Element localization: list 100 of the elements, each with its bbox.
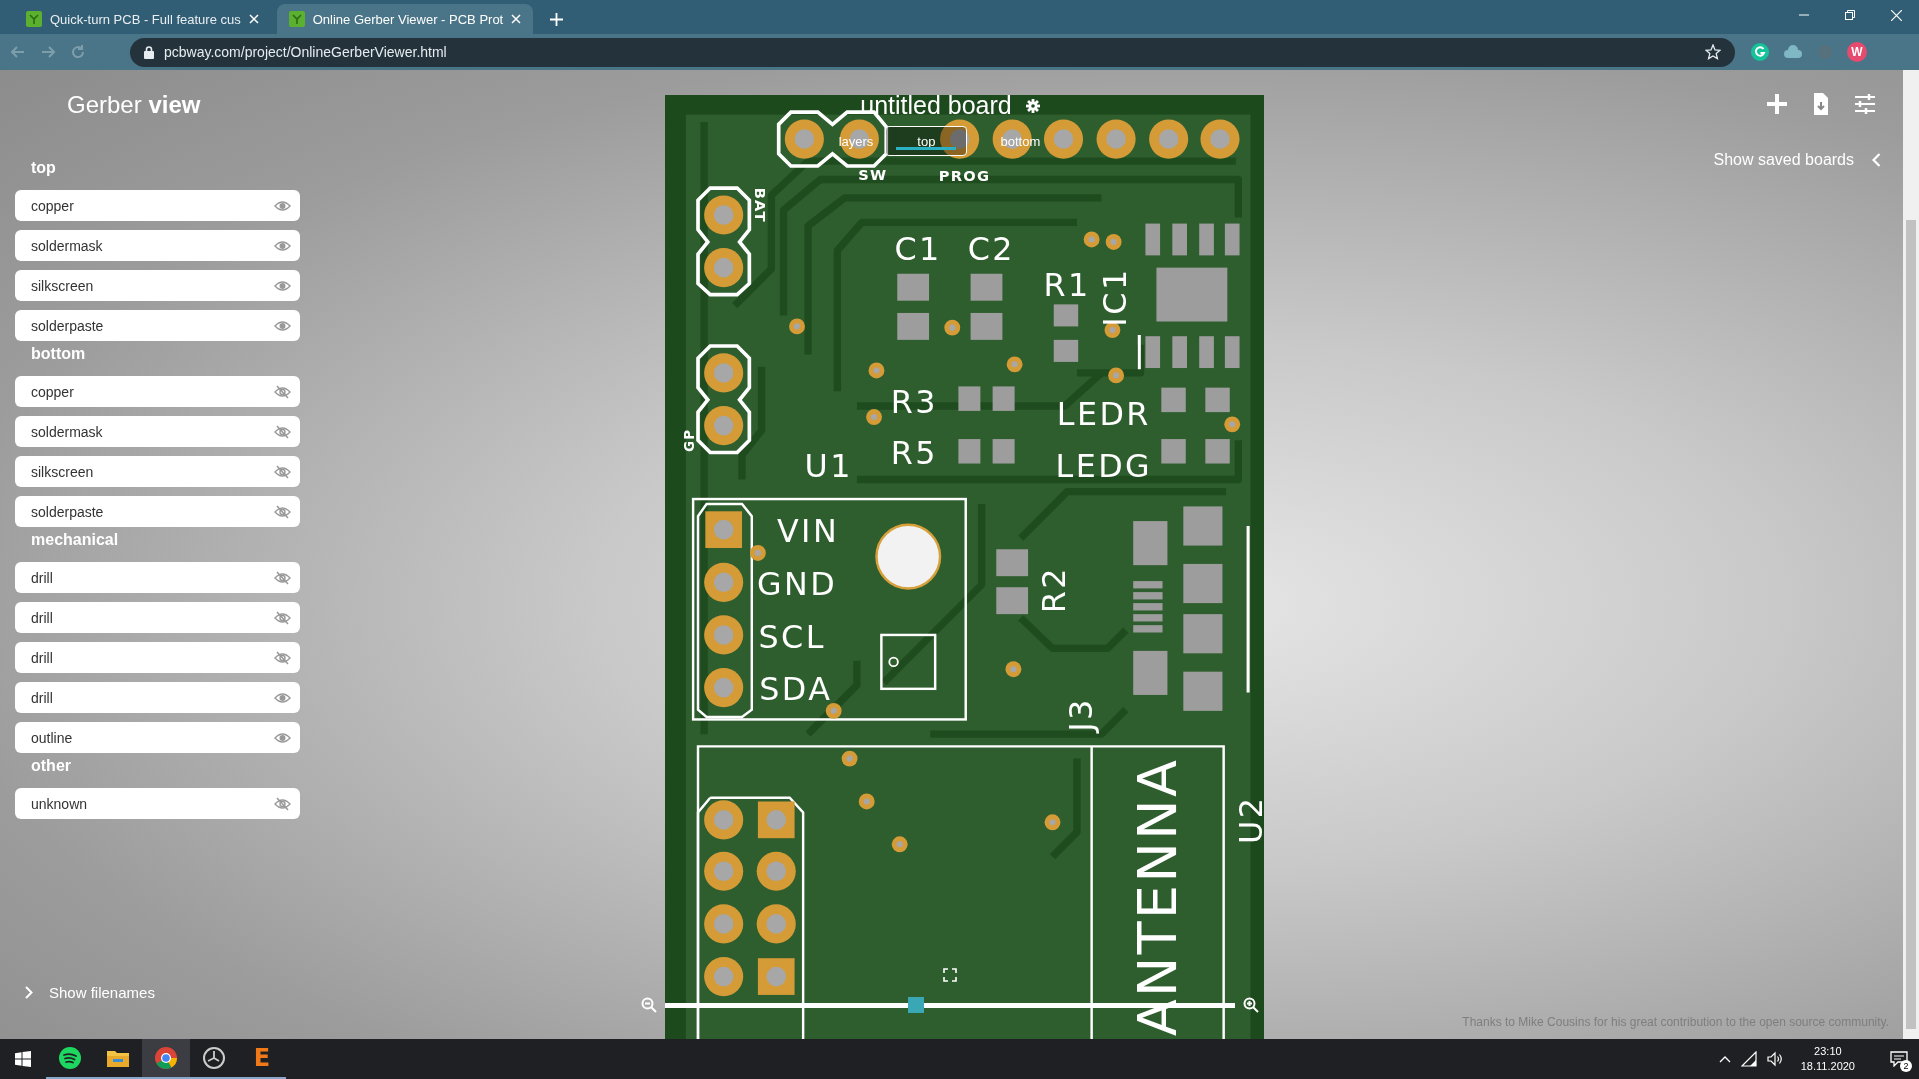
eye-icon[interactable] <box>274 318 291 333</box>
extension-icon[interactable] <box>1751 43 1769 61</box>
smd-pad <box>1205 387 1230 413</box>
smd-pad <box>1145 336 1161 369</box>
smd-pad <box>1156 267 1228 322</box>
silkscreen-label: U1 <box>804 447 853 485</box>
round-pad <box>704 668 744 708</box>
notification-button[interactable]: 2 <box>1879 1039 1919 1079</box>
scrollbar[interactable] <box>1903 70 1919 1039</box>
sliders-icon[interactable] <box>1853 92 1877 116</box>
cloud-icon[interactable] <box>1783 44 1803 60</box>
app-title: Gerber view <box>67 90 202 120</box>
smd-pad <box>958 439 981 464</box>
mounting-circle <box>875 523 942 590</box>
profile-avatar[interactable]: W <box>1847 42 1867 62</box>
eye-slash-icon[interactable] <box>274 504 291 519</box>
layer-item[interactable]: copper <box>15 190 300 221</box>
layer-item[interactable]: silkscreen <box>15 270 300 301</box>
restore-icon <box>1845 10 1855 20</box>
volume-icon[interactable] <box>1766 1051 1783 1067</box>
zoom-out-icon[interactable] <box>641 997 657 1013</box>
layer-item[interactable]: drill <box>15 562 300 593</box>
via <box>866 409 882 425</box>
close-icon <box>1890 9 1902 21</box>
reload-icon[interactable] <box>70 44 86 60</box>
round-pad <box>756 851 796 891</box>
clock[interactable]: 23:10 18.11.2020 <box>1800 1044 1855 1074</box>
via <box>858 793 875 810</box>
via <box>789 318 805 335</box>
layer-name: soldermask <box>31 423 103 440</box>
layer-item[interactable]: copper <box>15 376 300 407</box>
close-icon[interactable] <box>248 14 259 24</box>
round-pad <box>756 904 796 944</box>
eye-slash-icon[interactable] <box>274 610 291 625</box>
slider-thumb[interactable] <box>907 997 924 1013</box>
silkscreen-label: R3 <box>890 382 938 420</box>
eye-icon[interactable] <box>274 238 291 253</box>
round-pad <box>1096 119 1136 159</box>
plus-icon <box>549 12 563 26</box>
via <box>749 544 766 561</box>
silkscreen-label: J3 <box>1062 697 1100 732</box>
eye-slash-icon[interactable] <box>274 424 291 439</box>
layer-name: copper <box>31 383 74 400</box>
layer-item[interactable]: drill <box>15 602 300 633</box>
layer-item[interactable]: drill <box>15 682 300 713</box>
smd-pad <box>992 386 1015 411</box>
address-bar[interactable]: pcbway.com/project/OnlineGerberViewer.html <box>130 37 1735 67</box>
fullscreen-icon[interactable] <box>943 968 957 982</box>
smd-pad <box>1145 223 1161 256</box>
layer-name: silkscreen <box>31 463 94 480</box>
browser-tab[interactable]: Online Gerber Viewer - PCB Prot <box>276 4 534 34</box>
via <box>868 362 885 379</box>
eye-icon[interactable] <box>274 198 291 213</box>
star-icon[interactable] <box>1705 44 1721 60</box>
eye-slash-icon[interactable] <box>274 384 291 399</box>
via <box>1104 322 1121 339</box>
layer-item[interactable]: drill <box>15 642 300 673</box>
layer-group-heading: mechanical <box>31 530 120 550</box>
taskbar-app[interactable] <box>142 1039 190 1079</box>
silkscreen-label: C2 <box>967 229 1016 267</box>
forward-icon[interactable] <box>40 44 56 60</box>
eye-icon[interactable] <box>274 278 291 293</box>
zoom-in-icon[interactable] <box>1243 997 1259 1013</box>
layer-item[interactable]: soldermask <box>15 230 300 261</box>
silkscreen-label: GND <box>756 565 838 603</box>
layer-name: solderpaste <box>31 317 104 334</box>
smd-pad <box>996 587 1029 615</box>
eye-slash-icon[interactable] <box>274 650 291 665</box>
eye-icon[interactable] <box>274 690 291 705</box>
eye-slash-icon[interactable] <box>274 464 291 479</box>
round-pad <box>704 800 744 840</box>
layer-item[interactable]: unknown <box>15 788 300 819</box>
eye-slash-icon[interactable] <box>274 796 291 811</box>
smd-pad <box>1133 614 1163 622</box>
wifi-icon[interactable] <box>1740 1051 1757 1067</box>
eye-slash-icon[interactable] <box>274 570 291 585</box>
settings-icon[interactable] <box>1025 98 1040 113</box>
back-icon[interactable] <box>10 44 26 60</box>
close-icon[interactable] <box>511 14 522 24</box>
silkscreen-label: SCL <box>758 617 826 655</box>
layer-item[interactable]: outline <box>15 722 300 753</box>
layer-item[interactable]: silkscreen <box>15 456 300 487</box>
smd-pad <box>958 386 981 411</box>
smd-pad <box>897 312 930 340</box>
side-tab[interactable]: top <box>885 126 968 156</box>
smd-pad <box>1172 223 1187 256</box>
layer-item[interactable]: soldermask <box>15 416 300 447</box>
smd-pad <box>1161 439 1186 464</box>
smd-pad <box>1183 614 1223 654</box>
chevron-right-icon <box>25 986 33 999</box>
layer-name: solderpaste <box>31 503 104 520</box>
browser-tab[interactable]: Quick-turn PCB - Full feature cus <box>14 4 271 34</box>
add-icon[interactable] <box>1765 92 1789 116</box>
taskbar-app[interactable]: E <box>238 1039 286 1079</box>
silkscreen-label: IC1 <box>1096 267 1134 327</box>
layer-item[interactable]: solderpaste <box>15 310 300 341</box>
eye-icon[interactable] <box>274 730 291 745</box>
layer-item[interactable]: solderpaste <box>15 496 300 527</box>
caret-up-icon[interactable] <box>1718 1055 1731 1063</box>
via <box>1044 814 1061 831</box>
